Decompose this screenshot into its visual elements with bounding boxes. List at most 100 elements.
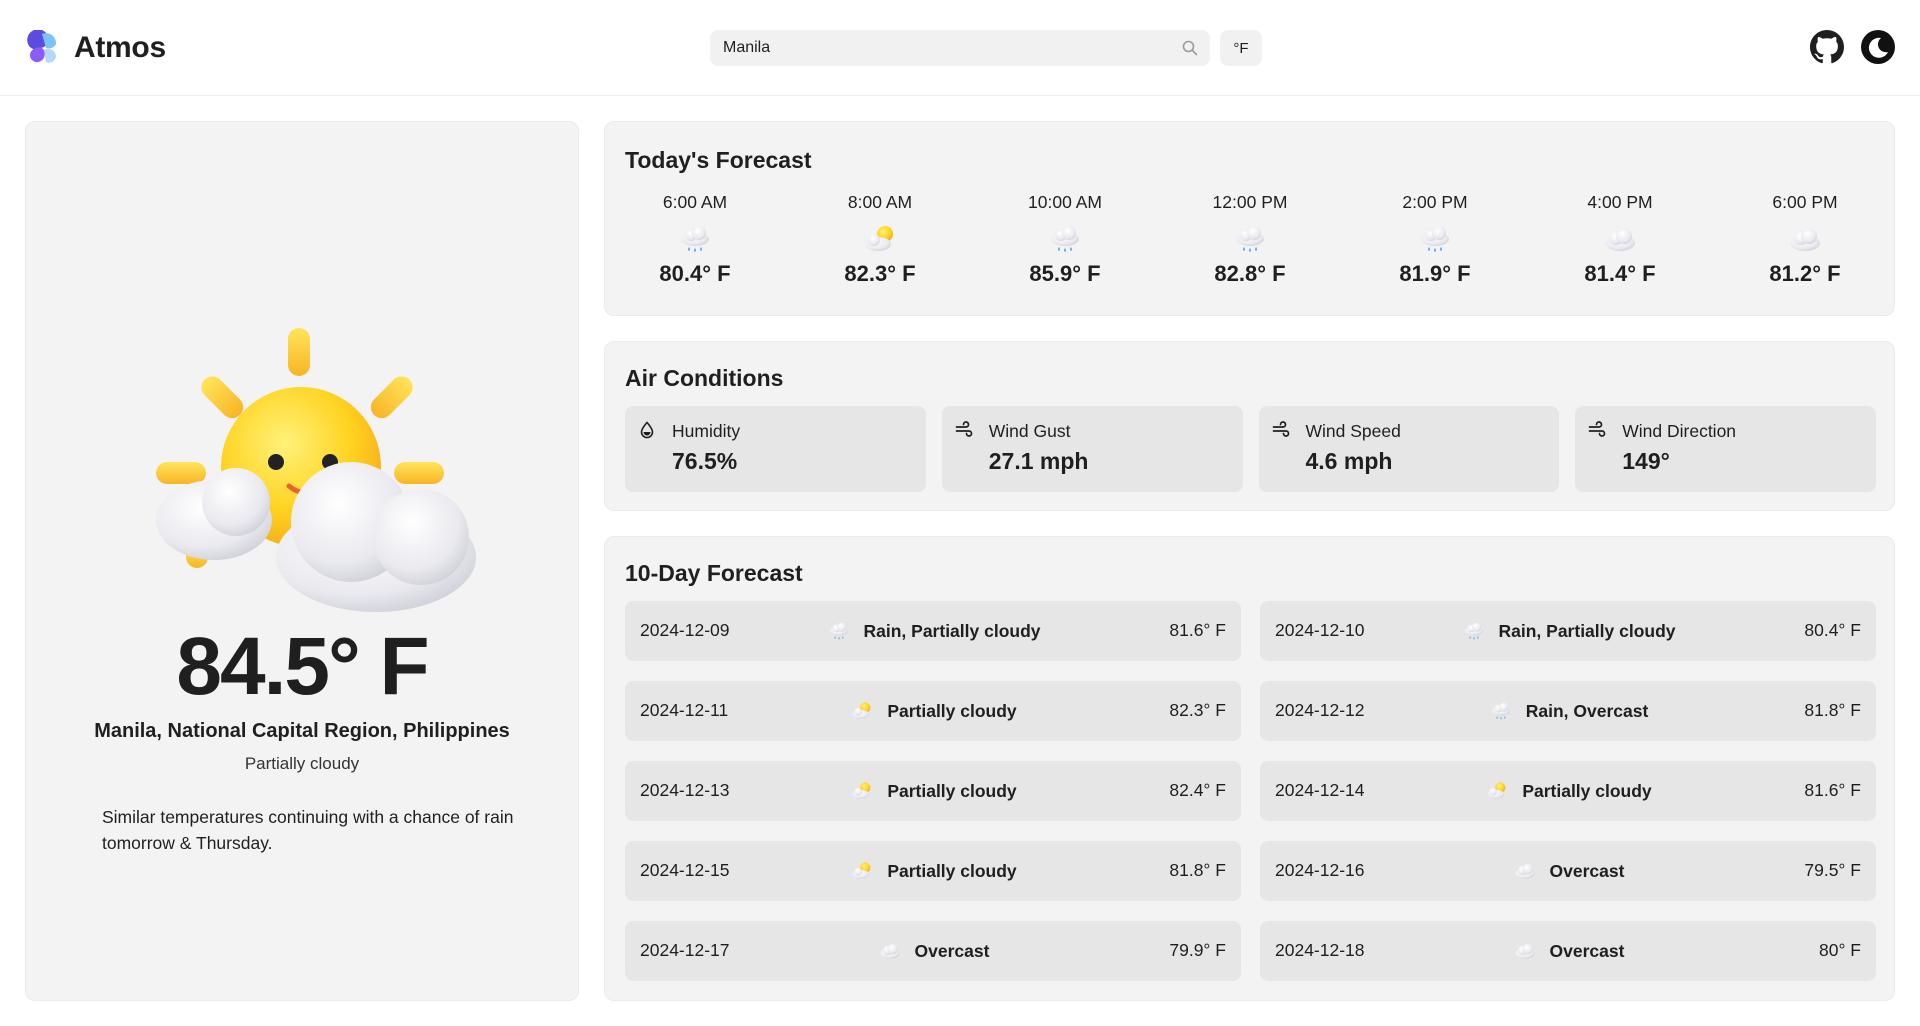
cloud-icon xyxy=(1600,223,1640,255)
hour-item: 4:00 PM 81.4° F xyxy=(1550,192,1690,302)
day-condition: Overcast xyxy=(1549,860,1625,881)
day-temperature: 82.4° F xyxy=(1169,780,1226,800)
wind-icon xyxy=(1588,421,1606,439)
hour-temperature: 81.4° F xyxy=(1584,261,1656,286)
day-row: 2024-12-13 Partially cloudy 82.4° F xyxy=(625,761,1241,821)
day-condition-group: Overcast xyxy=(625,921,1241,981)
day-condition-group: Rain, Overcast xyxy=(1260,681,1876,741)
day-condition-group: Overcast xyxy=(1260,921,1876,981)
droplet-icon xyxy=(638,421,656,439)
air-label: Wind Gust xyxy=(988,421,1071,441)
day-condition-group: Partially cloudy xyxy=(625,761,1241,821)
day-condition-group: Rain, Partially cloudy xyxy=(625,601,1241,661)
cloud-icon xyxy=(877,940,903,962)
rain-cloud-icon xyxy=(1045,223,1085,255)
cloud-icon xyxy=(1512,860,1538,882)
day-condition-group: Partially cloudy xyxy=(625,681,1241,741)
hour-time: 6:00 AM xyxy=(662,192,728,212)
ten-day-forecast-card: 10-Day Forecast 2024-12-09 Rain, Partial… xyxy=(604,536,1895,1001)
section-title: Air Conditions xyxy=(625,365,784,391)
air-value: 76.5% xyxy=(672,448,738,474)
hour-time: 4:00 PM xyxy=(1587,192,1653,212)
sun-behind-clouds-icon xyxy=(126,282,516,612)
day-row: 2024-12-15 Partially cloudy 81.8° F xyxy=(625,841,1241,901)
partly-cloudy-icon xyxy=(849,780,875,802)
day-condition: Rain, Overcast xyxy=(1525,700,1649,721)
day-condition: Overcast xyxy=(1549,940,1625,961)
hour-time: 8:00 AM xyxy=(847,192,913,212)
day-temperature: 79.5° F xyxy=(1804,860,1861,880)
brand[interactable]: Atmos xyxy=(24,29,166,66)
hour-item: 12:00 PM 82.8° F xyxy=(1180,192,1320,302)
air-label: Wind Speed xyxy=(1305,421,1401,441)
day-row: 2024-12-12 Rain, Overcast 81.8° F xyxy=(1260,681,1876,741)
day-condition: Partially cloudy xyxy=(1522,780,1652,801)
partly-cloudy-icon xyxy=(849,860,875,882)
day-condition: Partially cloudy xyxy=(887,700,1017,721)
air-value: 4.6 mph xyxy=(1305,448,1393,474)
rain-cloud-icon xyxy=(826,620,852,642)
hour-item: 8:00 AM 82.3° F xyxy=(810,192,950,302)
day-row: 2024-12-14 Partially cloudy 81.6° F xyxy=(1260,761,1876,821)
air-conditions-card: Air Conditions Humidity 76.5% Wind Gust … xyxy=(604,341,1895,511)
wind-gust-tile: Wind Gust 27.1 mph xyxy=(941,406,1243,492)
day-temperature: 80.4° F xyxy=(1804,620,1861,640)
day-row: 2024-12-17 Overcast 79.9° F xyxy=(625,921,1241,981)
day-condition-group: Rain, Partially cloudy xyxy=(1260,601,1876,661)
day-temperature: 81.8° F xyxy=(1804,700,1861,720)
section-title: Today's Forecast xyxy=(625,147,812,173)
search-box[interactable] xyxy=(710,30,1210,66)
partly-cloudy-icon xyxy=(849,700,875,722)
day-temperature: 82.3° F xyxy=(1169,700,1226,720)
current-temperature: 84.5° F xyxy=(176,621,429,712)
air-value: 27.1 mph xyxy=(988,448,1089,474)
day-temperature: 79.9° F xyxy=(1169,940,1226,960)
current-weather-panel: 84.5° F Manila, National Capital Region,… xyxy=(25,121,579,1001)
current-location: Manila, National Capital Region, Philipp… xyxy=(94,720,510,742)
hour-item: 10:00 AM 85.9° F xyxy=(995,192,1135,302)
day-condition-group: Overcast xyxy=(1260,841,1876,901)
hour-item: 6:00 AM 80.4° F xyxy=(625,192,765,302)
cloud-icon xyxy=(1512,940,1538,962)
search-input[interactable] xyxy=(710,30,1210,66)
hour-item: 6:00 PM 81.2° F xyxy=(1735,192,1875,302)
day-condition: Partially cloudy xyxy=(887,780,1017,801)
day-temperature: 81.6° F xyxy=(1169,620,1226,640)
day-condition: Rain, Partially cloudy xyxy=(1498,620,1676,641)
day-row: 2024-12-11 Partially cloudy 82.3° F xyxy=(625,681,1241,741)
moon-icon[interactable] xyxy=(1860,29,1896,65)
hour-temperature: 82.8° F xyxy=(1214,261,1286,286)
wind-icon xyxy=(955,421,973,439)
day-condition: Partially cloudy xyxy=(887,860,1017,881)
air-value: 149° xyxy=(1622,448,1670,474)
rain-cloud-icon xyxy=(1230,223,1270,255)
hour-time: 2:00 PM xyxy=(1402,192,1468,212)
daily-list: 2024-12-09 Rain, Partially cloudy 81.6° … xyxy=(625,601,1876,981)
partly-cloudy-icon xyxy=(860,223,900,255)
github-icon[interactable] xyxy=(1810,30,1844,64)
unit-toggle-button[interactable]: °F xyxy=(1220,30,1262,66)
wind-direction-tile: Wind Direction 149° xyxy=(1575,406,1876,492)
day-condition-group: Partially cloudy xyxy=(1260,761,1876,821)
hour-time: 6:00 PM xyxy=(1772,192,1838,212)
rain-cloud-icon xyxy=(1415,223,1455,255)
app-name: Atmos xyxy=(74,31,166,64)
forecast-summary: Similar temperatures continuing with a c… xyxy=(102,807,514,853)
top-bar: Atmos °F xyxy=(0,0,1920,96)
wind-speed-tile: Wind Speed 4.6 mph xyxy=(1258,406,1560,492)
rain-cloud-icon xyxy=(675,223,715,255)
day-row: 2024-12-09 Rain, Partially cloudy 81.6° … xyxy=(625,601,1241,661)
hour-temperature: 82.3° F xyxy=(844,261,916,286)
air-conditions-grid: Humidity 76.5% Wind Gust 27.1 mph Wind S… xyxy=(625,406,1876,492)
air-label: Wind Direction xyxy=(1622,421,1737,441)
todays-forecast-card: Today's Forecast 6:00 AM 80.4° F 8:00 AM… xyxy=(604,121,1895,316)
hour-temperature: 81.2° F xyxy=(1769,261,1841,286)
day-temperature: 81.8° F xyxy=(1169,860,1226,880)
hour-temperature: 80.4° F xyxy=(659,261,731,286)
day-row: 2024-12-10 Rain, Partially cloudy 80.4° … xyxy=(1260,601,1876,661)
cloud-icon xyxy=(1785,223,1825,255)
humidity-tile: Humidity 76.5% xyxy=(625,406,926,492)
search-icon[interactable] xyxy=(1182,40,1198,56)
day-temperature: 80° F xyxy=(1818,940,1861,960)
hour-item: 2:00 PM 81.9° F xyxy=(1365,192,1505,302)
